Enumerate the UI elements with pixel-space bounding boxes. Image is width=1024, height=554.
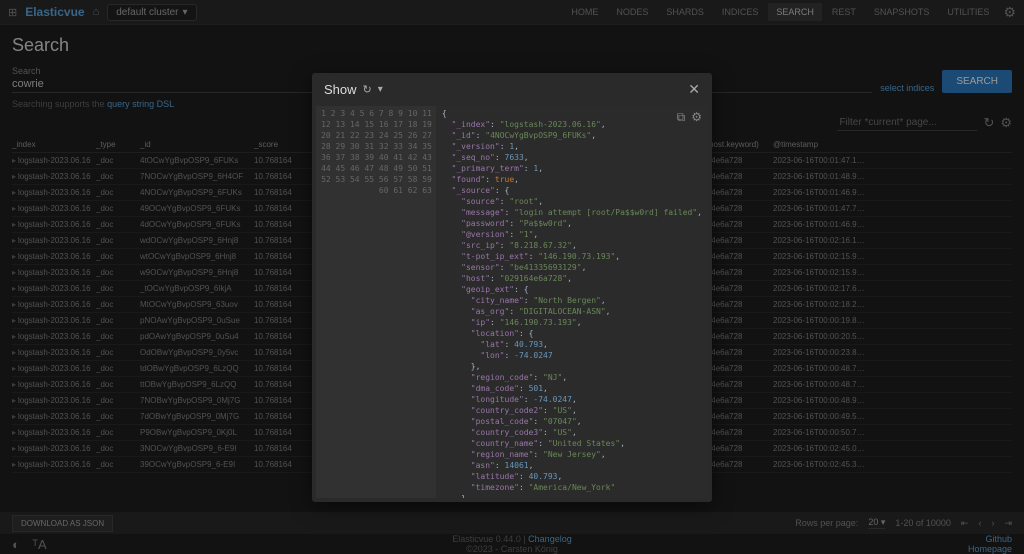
chevron-down-icon[interactable]: ▾ <box>378 84 383 95</box>
modal-title: Show <box>324 82 357 97</box>
copy-icon[interactable]: ⧉ <box>677 110 686 125</box>
json-viewer: ⧉ ⚙ 1 2 3 4 5 6 7 8 9 10 11 12 13 14 15 … <box>316 106 708 498</box>
gear-icon[interactable]: ⚙ <box>691 110 702 125</box>
json-code[interactable]: 1 2 3 4 5 6 7 8 9 10 11 12 13 14 15 16 1… <box>316 106 708 498</box>
reload-icon[interactable]: ↻ <box>363 83 372 96</box>
modal-overlay[interactable]: Show ↻ ▾ ✕ ⧉ ⚙ 1 2 3 4 5 6 7 8 9 10 11 1… <box>0 0 1024 554</box>
close-icon[interactable]: ✕ <box>688 81 700 98</box>
show-modal: Show ↻ ▾ ✕ ⧉ ⚙ 1 2 3 4 5 6 7 8 9 10 11 1… <box>312 73 712 502</box>
